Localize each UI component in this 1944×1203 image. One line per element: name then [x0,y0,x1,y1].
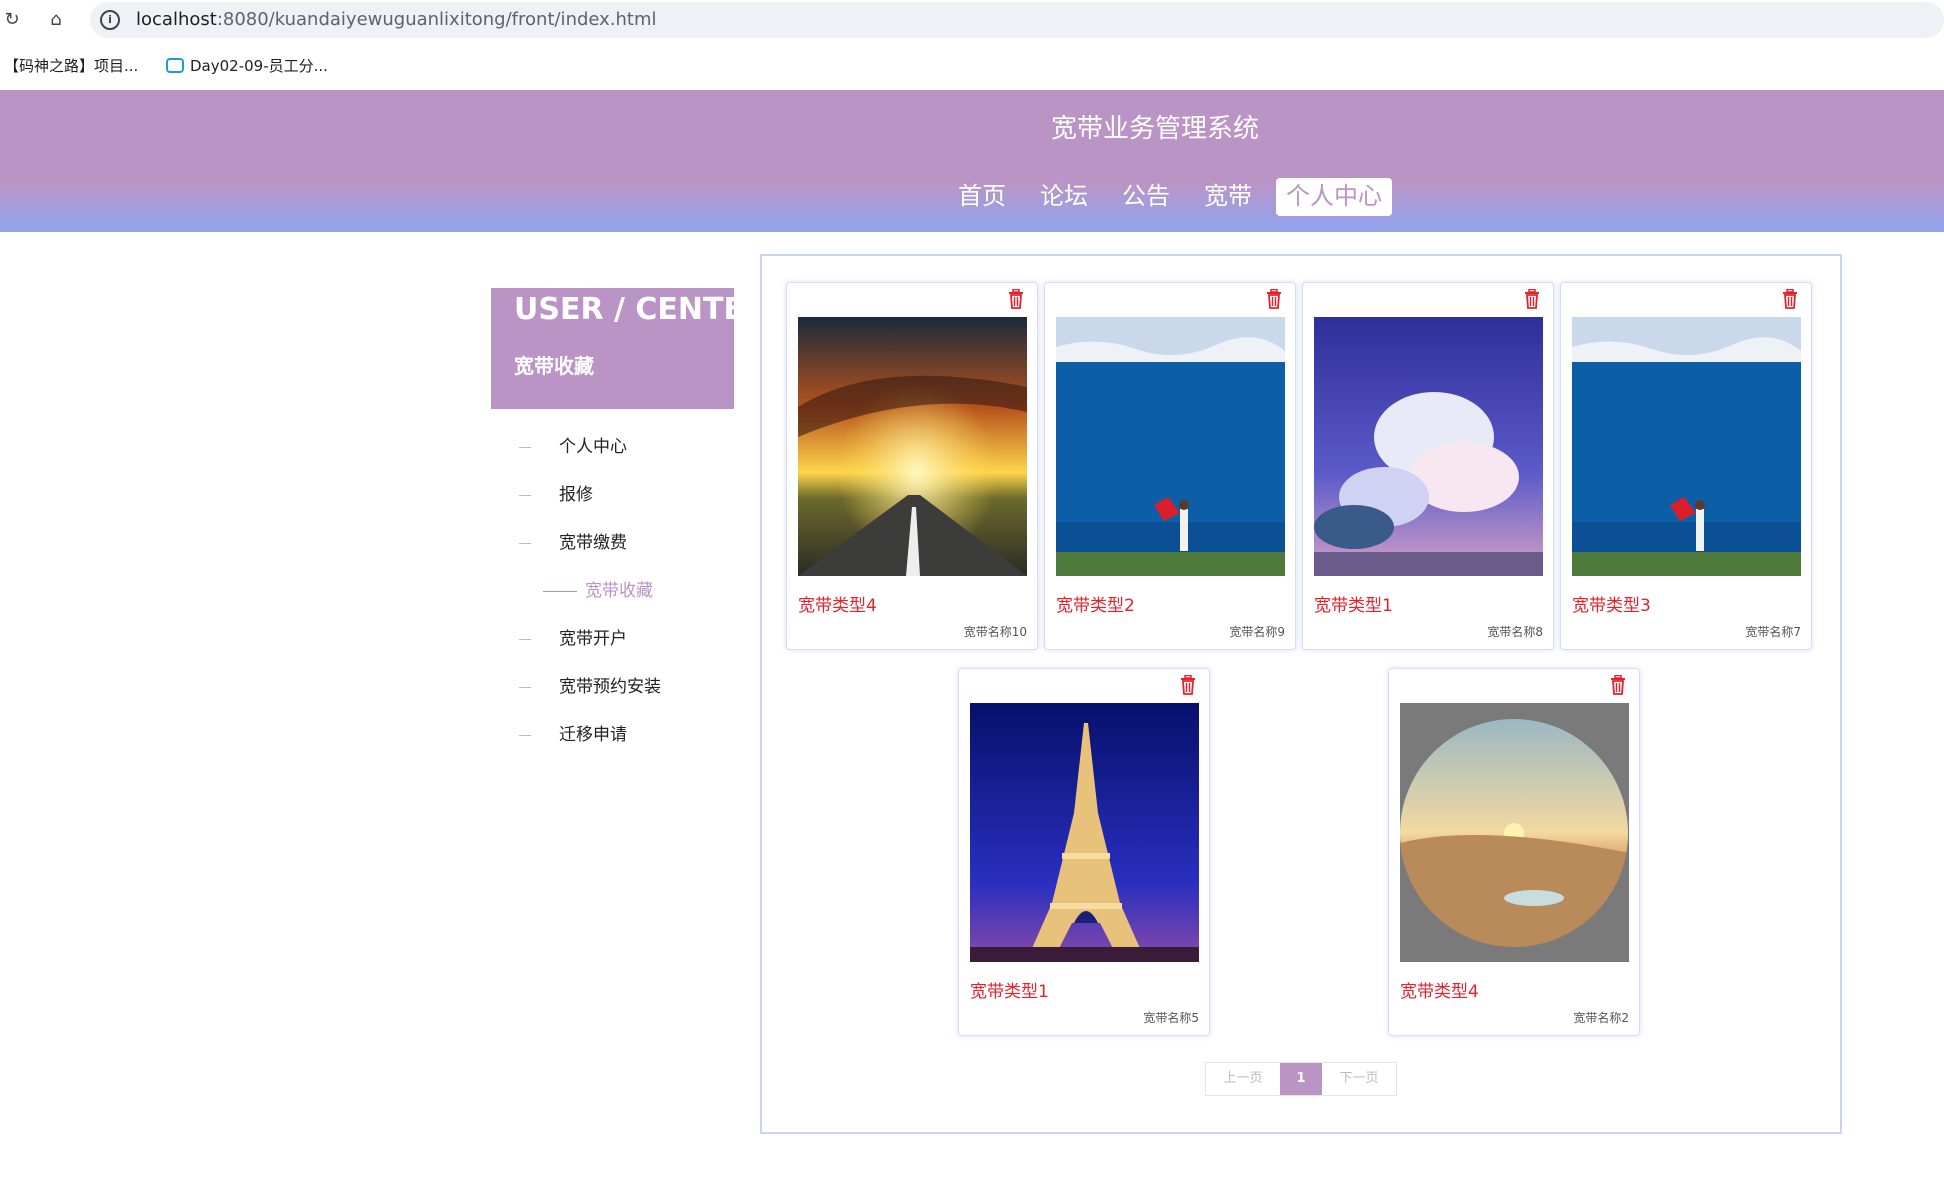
favorite-card[interactable]: 宽带类型4 宽带名称10 [786,282,1038,650]
sidebar-item-label: 迁移申请 [559,725,627,745]
sidebar-header: USER / CENTER 宽带收藏 [491,288,767,409]
url-path: :8080/kuandaiyewuguanlixitong/front/inde… [216,9,657,30]
next-page-button[interactable]: 下一页 [1322,1063,1396,1095]
broadband-type[interactable]: 宽带类型3 [1572,591,1651,616]
broadband-image[interactable] [1400,703,1629,962]
favorites-panel: 宽带类型4 宽带名称10 宽带类型2 宽带名称9 宽带类型1 宽带名称8 宽带类… [760,254,1842,1134]
favorite-card[interactable]: 宽带类型2 宽带名称9 [1044,282,1296,650]
broadband-name: 宽带名称9 [1229,625,1285,639]
reload-icon[interactable]: ↻ [0,8,24,32]
broadband-image[interactable] [1056,317,1285,576]
site-title: 宽带业务管理系统 [1050,114,1259,144]
broadband-type[interactable]: 宽带类型1 [1314,591,1393,616]
sidebar-item-user-center[interactable]: 个人中心 [491,432,627,462]
sidebar-item-label: 宽带收藏 [585,581,653,601]
broadband-name: 宽带名称10 [963,625,1027,639]
broadband-name: 宽带名称8 [1487,625,1543,639]
browser-address-bar: ↻ ⌂ i localhost:8080/kuandaiyewuguanlixi… [0,0,1944,40]
sidebar-title-en: USER / CENTER [514,292,768,327]
page-number-current[interactable]: 1 [1280,1063,1322,1095]
bookmark-item[interactable]: Day02-09-员工分... [166,55,328,76]
broadband-name: 宽带名称2 [1573,1011,1629,1025]
menu-item-home[interactable]: 首页 [948,178,1016,216]
menu-item-forum[interactable]: 论坛 [1030,178,1098,216]
sidebar-title-cn: 宽带收藏 [514,354,594,378]
pagination: 上一页 1 下一页 [1205,1062,1397,1096]
prev-page-button[interactable]: 上一页 [1206,1063,1280,1095]
favorite-card[interactable]: 宽带类型4 宽带名称2 [1388,668,1640,1036]
sidebar-item-install-booking[interactable]: 宽带预约安装 [491,672,661,702]
site-info-icon[interactable]: i [100,10,120,30]
broadband-name: 宽带名称7 [1745,625,1801,639]
broadband-image[interactable] [798,317,1027,576]
trash-icon[interactable] [1609,675,1627,695]
favorite-card[interactable]: 宽带类型3 宽带名称7 [1560,282,1812,650]
sidebar-item-label: 宽带开户 [559,629,627,649]
broadband-type[interactable]: 宽带类型1 [970,977,1049,1002]
trash-icon[interactable] [1007,289,1025,309]
broadband-image[interactable] [1572,317,1801,576]
trash-icon[interactable] [1781,289,1799,309]
main-menu: 首页 论坛 公告 宽带 个人中心 [948,178,1406,218]
url-host: localhost [136,9,217,30]
menu-item-user-center[interactable]: 个人中心 [1276,178,1392,216]
trash-icon[interactable] [1179,675,1197,695]
broadband-type[interactable]: 宽带类型2 [1056,591,1135,616]
broadband-image[interactable] [1314,317,1543,576]
bookmarks-bar: 【码神之路】项目... Day02-09-员工分... [0,46,1944,90]
sidebar-item-label: 个人中心 [559,437,627,457]
bookmark-item[interactable]: 【码神之路】项目... [4,55,138,76]
home-icon[interactable]: ⌂ [44,8,68,32]
broadband-type[interactable]: 宽带类型4 [798,591,877,616]
site-header: 宽带业务管理系统 首页 论坛 公告 宽带 个人中心 [0,90,1944,232]
favorite-card[interactable]: 宽带类型1 宽带名称8 [1302,282,1554,650]
broadband-image[interactable] [970,703,1199,962]
bookmark-label: Day02-09-员工分... [190,57,328,75]
sidebar-item-label: 宽带缴费 [559,533,627,553]
url-field[interactable]: i localhost:8080/kuandaiyewuguanlixitong… [90,2,1944,38]
bilibili-icon [166,58,184,73]
menu-item-broadband[interactable]: 宽带 [1194,178,1262,216]
broadband-type[interactable]: 宽带类型4 [1400,977,1479,1002]
trash-icon[interactable] [1523,289,1541,309]
sidebar-item-label: 报修 [559,485,593,505]
sidebar-item-open-account[interactable]: 宽带开户 [491,624,627,654]
sidebar-item-label: 宽带预约安装 [559,677,661,697]
sidebar-item-favorites[interactable]: 宽带收藏 [491,576,653,606]
sidebar-item-payment[interactable]: 宽带缴费 [491,528,627,558]
favorite-card[interactable]: 宽带类型1 宽带名称5 [958,668,1210,1036]
broadband-name: 宽带名称5 [1143,1011,1199,1025]
menu-item-notice[interactable]: 公告 [1112,178,1180,216]
sidebar-item-repair[interactable]: 报修 [491,480,593,510]
trash-icon[interactable] [1265,289,1283,309]
sidebar-item-relocation[interactable]: 迁移申请 [491,720,627,750]
